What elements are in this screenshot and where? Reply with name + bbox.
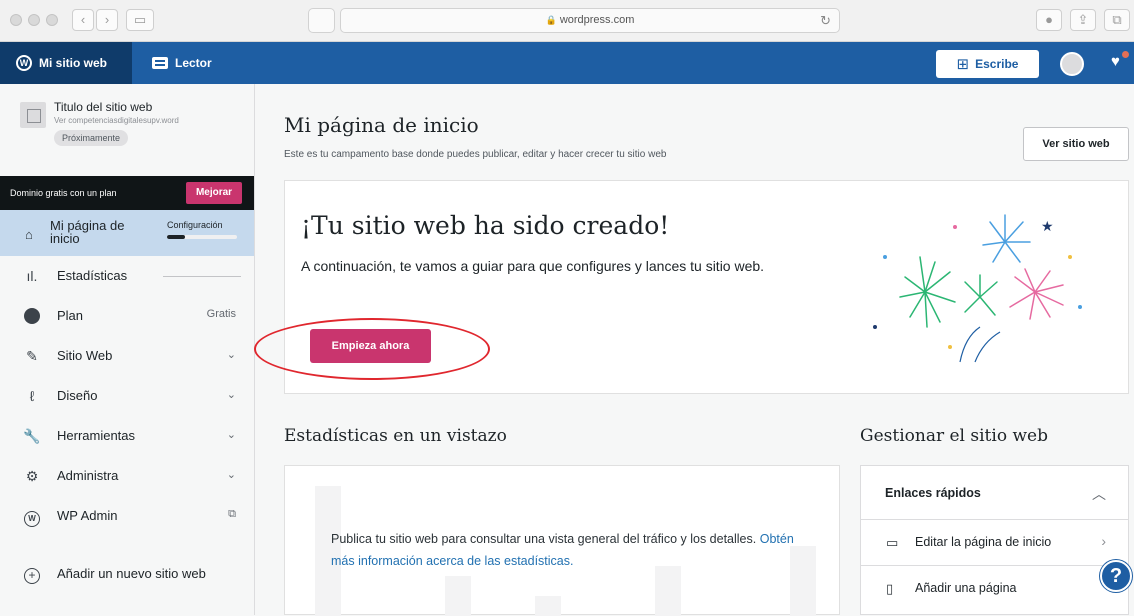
setup-progress-fill (167, 235, 185, 239)
setup-progress-bar (167, 235, 237, 239)
sidebar-item-plan[interactable]: Plan Gratis (0, 296, 254, 336)
sidebar-item-design[interactable]: ℓ Diseño ⌄ (0, 376, 254, 416)
url-text: wordpress.com (559, 14, 635, 26)
quick-links-card: Enlaces rápidos ︿ ▭ Editar la página de … (860, 465, 1129, 615)
placeholder-bar (445, 576, 471, 616)
fireworks-illustration: ★ (873, 214, 1082, 363)
placeholder-bar (535, 596, 561, 616)
plan-badge: Gratis (206, 308, 236, 320)
page-subtitle: Este es tu campamento base donde puedes … (284, 149, 667, 160)
plan-icon (23, 307, 41, 325)
tabs-icon[interactable]: ⧉ (1104, 9, 1130, 31)
reader-label: Lector (175, 56, 212, 70)
quick-links-title: Enlaces rápidos (885, 486, 981, 500)
browser-chrome: ‹ › ▭ 🔒 wordpress.com ↻ ● ⇪ ⧉ (0, 0, 1134, 42)
site-title: Titulo del sitio web (54, 100, 153, 114)
wordpress-icon: W (16, 55, 32, 71)
pencil-icon: ✎ (26, 348, 38, 364)
stats-icon: ıl. (26, 268, 38, 284)
hero-description: A continuación, te vamos a guiar para qu… (301, 258, 765, 274)
view-site-button[interactable]: Ver sitio web (1023, 127, 1129, 161)
sidebar-item-label: Administra (57, 468, 119, 483)
status-badge: Próximamente (54, 130, 129, 146)
sidebar-item-home[interactable]: ⌂ Mi página de inicio Configuración (0, 210, 254, 256)
close-window-icon[interactable] (10, 14, 22, 26)
sidebar-item-stats[interactable]: ıl. Estadísticas (0, 256, 254, 296)
upgrade-button[interactable]: Mejorar (186, 182, 242, 204)
brush-icon: ℓ (29, 388, 35, 404)
promo-text: Dominio gratis con un plan (10, 188, 117, 198)
sidebar-item-label: Plan (57, 308, 84, 323)
my-site-label: Mi sitio web (39, 56, 108, 70)
write-button[interactable]: ⊞ Escribe (936, 50, 1039, 78)
sidebar-item-label: Mi página de inicio (50, 218, 125, 246)
forward-icon[interactable]: › (96, 9, 118, 31)
quick-link-label: Editar la página de inicio (915, 535, 1052, 549)
reload-icon[interactable]: ↻ (820, 9, 831, 32)
chevron-up-icon[interactable]: ︿ (1092, 484, 1106, 504)
site-icon (20, 102, 46, 128)
sidebar-item-tools[interactable]: 🔧 Herramientas ⌄ (0, 416, 254, 456)
chevron-down-icon: ⌄ (226, 349, 236, 361)
sidebar-item-label: Diseño (57, 388, 98, 403)
write-label: Escribe (975, 57, 1019, 71)
chevron-down-icon: ⌄ (226, 469, 236, 481)
sidebar-item-label: Sitio Web (57, 348, 113, 363)
quick-link-label: Añadir una página (915, 581, 1017, 595)
sidebar-item-wp-admin[interactable]: W WP Admin ⧉ (0, 496, 254, 536)
stats-card: Publica tu sitio web para consultar una … (284, 465, 840, 616)
external-link-icon: ⧉ (228, 508, 236, 520)
help-icon[interactable]: ? (1100, 560, 1132, 592)
sidebar-item-label: WP Admin (57, 508, 118, 523)
wrench-icon: 🔧 (23, 428, 41, 444)
add-new-site-button[interactable]: + Añadir un nuevo sitio web (0, 554, 254, 594)
sidebar-item-label: Estadísticas (57, 268, 128, 283)
reader-icon (152, 57, 168, 69)
address-bar[interactable]: 🔒 wordpress.com ↻ (340, 8, 840, 33)
page-icon: ▯ (886, 581, 894, 596)
laptop-icon: ▭ (886, 535, 899, 550)
search-icon[interactable] (308, 8, 335, 33)
notifications-icon[interactable]: ♥ (1111, 51, 1129, 70)
sidebar-item-website[interactable]: ✎ Sitio Web ⌄ (0, 336, 254, 376)
chevron-down-icon: ⌄ (226, 389, 236, 401)
manage-heading: Gestionar el sitio web (860, 426, 1048, 446)
sidebar-item-manage[interactable]: ⚙ Administra ⌄ (0, 456, 254, 496)
quick-link-add-page[interactable]: ▯ Añadir una página (861, 566, 1128, 612)
highlight-annotation (254, 318, 490, 380)
gear-icon: ⚙ (25, 468, 39, 484)
add-site-label: Añadir un nuevo sitio web (57, 566, 206, 581)
chevron-down-icon: ⌄ (226, 429, 236, 441)
sidebar: Titulo del sitio web Ver competenciasdig… (0, 84, 255, 615)
extensions-icon[interactable]: ● (1036, 9, 1062, 31)
home-icon: ⌂ (25, 227, 33, 242)
add-icon: + (23, 565, 41, 584)
wordpress-icon: W (23, 507, 41, 527)
hero-title: ¡Tu sitio web ha sido creado! (301, 211, 670, 240)
quick-links-header[interactable]: Enlaces rápidos ︿ (861, 466, 1128, 520)
quick-link-edit-homepage[interactable]: ▭ Editar la página de inicio › (861, 520, 1128, 566)
chevron-right-icon: › (1101, 533, 1106, 549)
back-icon[interactable]: ‹ (72, 9, 94, 31)
site-url[interactable]: Ver competenciasdigitalesupv.word (54, 116, 250, 125)
stats-heading: Estadísticas en un vistazo (284, 426, 507, 446)
page-title: Mi página de inicio (284, 113, 479, 137)
stats-message: Publica tu sitio web para consultar una … (331, 528, 801, 572)
lock-icon: 🔒 (545, 15, 557, 25)
maximize-window-icon[interactable] (46, 14, 58, 26)
svg-text:★: ★ (1041, 219, 1054, 235)
avatar[interactable] (1060, 52, 1084, 76)
reader-button[interactable]: Lector (152, 42, 212, 84)
sidebar-item-label: Herramientas (57, 428, 136, 443)
placeholder-bar (655, 566, 681, 616)
stats-sparkline (163, 276, 241, 277)
share-icon[interactable]: ⇪ (1070, 9, 1096, 31)
stats-text: Publica tu sitio web para consultar una … (331, 532, 757, 546)
domain-promo: Dominio gratis con un plan Mejorar (0, 176, 254, 210)
sidebar-toggle-icon[interactable]: ▭ (126, 9, 154, 31)
new-post-icon: ⊞ (956, 56, 970, 73)
setup-label: Configuración (167, 220, 223, 230)
minimize-window-icon[interactable] (28, 14, 40, 26)
my-site-button[interactable]: W Mi sitio web (0, 42, 132, 84)
